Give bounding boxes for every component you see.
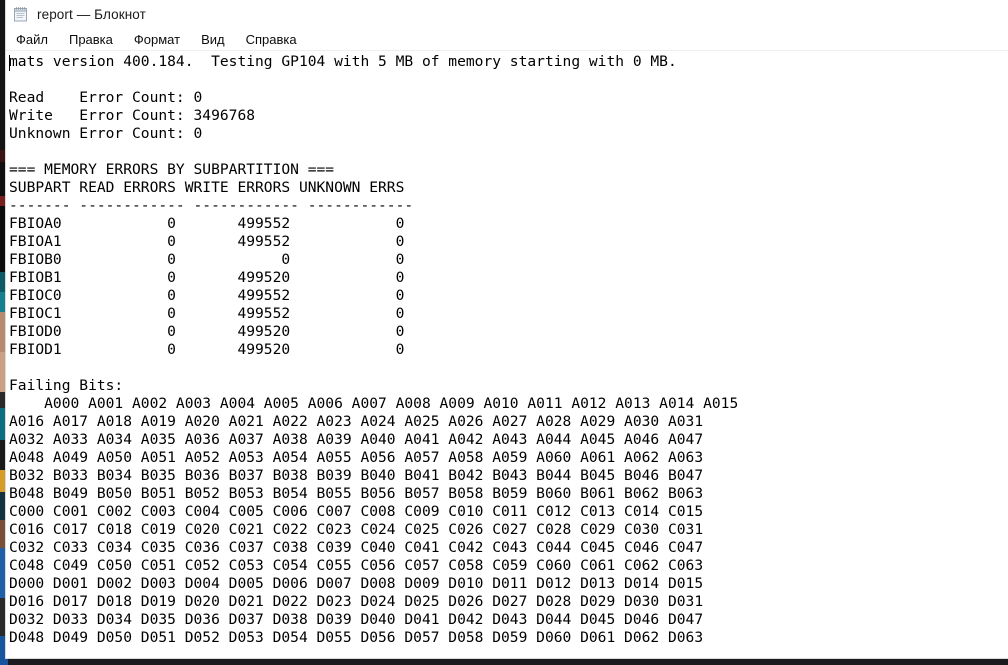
menu-item-file[interactable]: Файл	[16, 32, 48, 47]
menu-item-view[interactable]: Вид	[201, 32, 225, 47]
menu-bar: Файл Правка Формат Вид Справка	[6, 28, 1008, 51]
menu-item-help[interactable]: Справка	[246, 32, 297, 47]
notepad-window: report — Блокнот Файл Правка Формат Вид …	[6, 0, 1008, 658]
document-text[interactable]: mats version 400.184. Testing GP104 with…	[9, 53, 1008, 647]
notepad-icon	[12, 5, 30, 23]
menu-item-format[interactable]: Формат	[134, 32, 180, 47]
title-bar[interactable]: report — Блокнот	[6, 0, 1008, 28]
menu-item-edit[interactable]: Правка	[69, 32, 113, 47]
text-caret	[9, 55, 10, 71]
text-editor-area[interactable]: mats version 400.184. Testing GP104 with…	[6, 51, 1008, 658]
window-title: report — Блокнот	[37, 6, 146, 22]
